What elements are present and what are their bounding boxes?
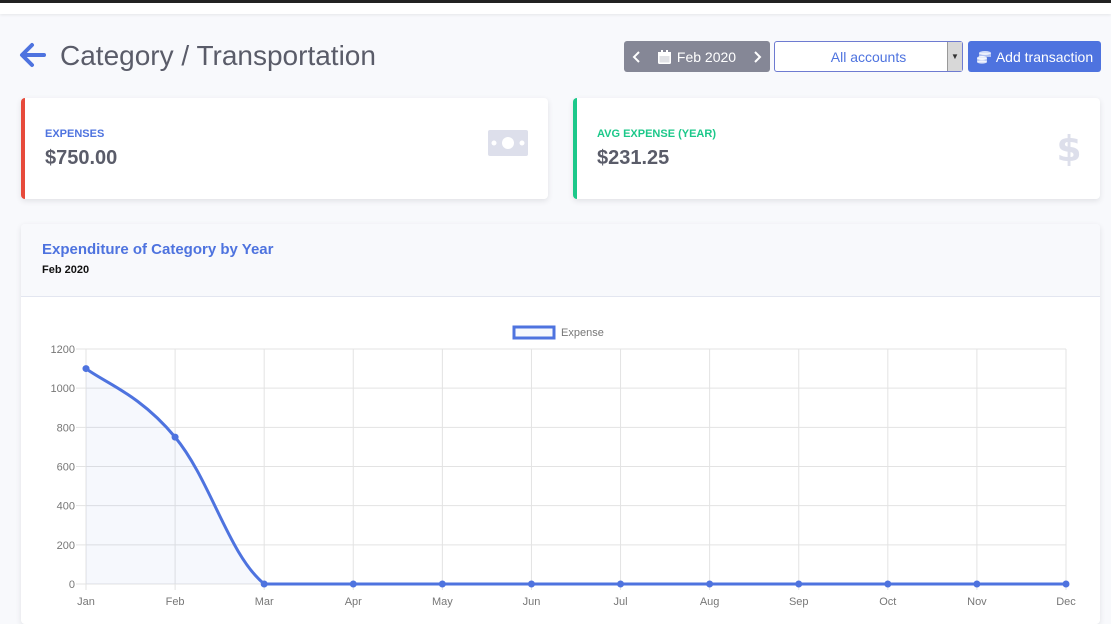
chevron-right-icon [754, 50, 762, 63]
next-month-button[interactable] [744, 41, 770, 72]
avg-expense-value: $231.25 [597, 147, 670, 169]
x-tick-label: May [432, 596, 453, 608]
data-point [82, 365, 90, 373]
back-arrow-icon[interactable] [18, 40, 48, 70]
y-tick-label: 200 [57, 540, 75, 552]
chevron-left-icon [632, 50, 640, 63]
data-point [438, 580, 446, 588]
x-tick-label: Feb [166, 596, 185, 608]
svg-text:$: $ [1058, 130, 1080, 166]
data-point [706, 580, 714, 588]
x-tick-label: Aug [700, 596, 720, 608]
y-tick-label: 600 [57, 462, 75, 474]
expenses-value: $750.00 [45, 147, 118, 169]
x-tick-label: Jul [614, 596, 628, 608]
add-transaction-label: Add transaction [995, 48, 1094, 65]
y-tick-label: 800 [57, 422, 75, 434]
data-point [349, 580, 357, 588]
add-transaction-button[interactable]: Add transaction [968, 41, 1101, 72]
prev-month-button[interactable] [624, 41, 650, 72]
x-tick-label: Sep [789, 596, 809, 608]
avg-expense-label: AVG EXPENSE (YEAR) [597, 128, 716, 140]
page-title: Category / Transportation [60, 40, 376, 71]
data-point [884, 580, 892, 588]
money-bill-icon [488, 130, 528, 161]
chart-subtitle: Feb 2020 [42, 264, 90, 276]
x-tick-label: Nov [967, 596, 987, 608]
x-tick-label: Jan [77, 596, 95, 608]
dollar-sign-icon: $ [1056, 129, 1081, 171]
line-chart: 0 200 400 600 800 1000 1200 Jan Feb Mar Apr May Jun J… [51, 325, 1076, 608]
date-navigator: Feb 2020 [624, 41, 770, 72]
x-tick-label: Apr [345, 596, 362, 608]
x-tick-label: Dec [1056, 596, 1076, 608]
chart-header: Expenditure of Category by Year Feb 2020 [21, 224, 1100, 297]
data-point [260, 580, 268, 588]
account-select[interactable]: All accounts ▼ [774, 41, 963, 72]
data-point [1062, 580, 1070, 588]
data-point [973, 580, 981, 588]
y-tick-label: 1200 [51, 344, 75, 356]
top-navbar [0, 0, 1111, 14]
x-tick-label: Jun [523, 596, 541, 608]
x-tick-label: Oct [879, 596, 896, 608]
data-point [527, 580, 535, 588]
series-area [86, 368, 1066, 584]
legend-label: Expense [561, 327, 604, 339]
coins-icon [976, 50, 991, 64]
data-point [617, 580, 625, 588]
y-tick-label: 0 [69, 579, 75, 591]
expenses-card: EXPENSES $750.00 [21, 98, 548, 199]
chart-card: Expenditure of Category by Year Feb 2020… [21, 224, 1100, 624]
chart-title: Expenditure of Category by Year [42, 241, 274, 258]
account-select-value: All accounts [830, 48, 907, 65]
date-label: Feb 2020 [676, 48, 737, 65]
legend-swatch [512, 325, 556, 340]
avg-expense-card: AVG EXPENSE (YEAR) $231.25 $ [573, 98, 1100, 199]
expenses-label: EXPENSES [45, 128, 105, 140]
date-picker-button[interactable]: Feb 2020 [650, 49, 744, 65]
data-point [795, 580, 803, 588]
dropdown-arrow-icon[interactable]: ▼ [947, 42, 962, 71]
data-point [171, 433, 179, 441]
x-tick-label: Mar [255, 596, 274, 608]
calendar-icon [657, 49, 671, 64]
y-tick-label: 1000 [51, 383, 75, 395]
y-tick-label: 400 [57, 501, 75, 513]
